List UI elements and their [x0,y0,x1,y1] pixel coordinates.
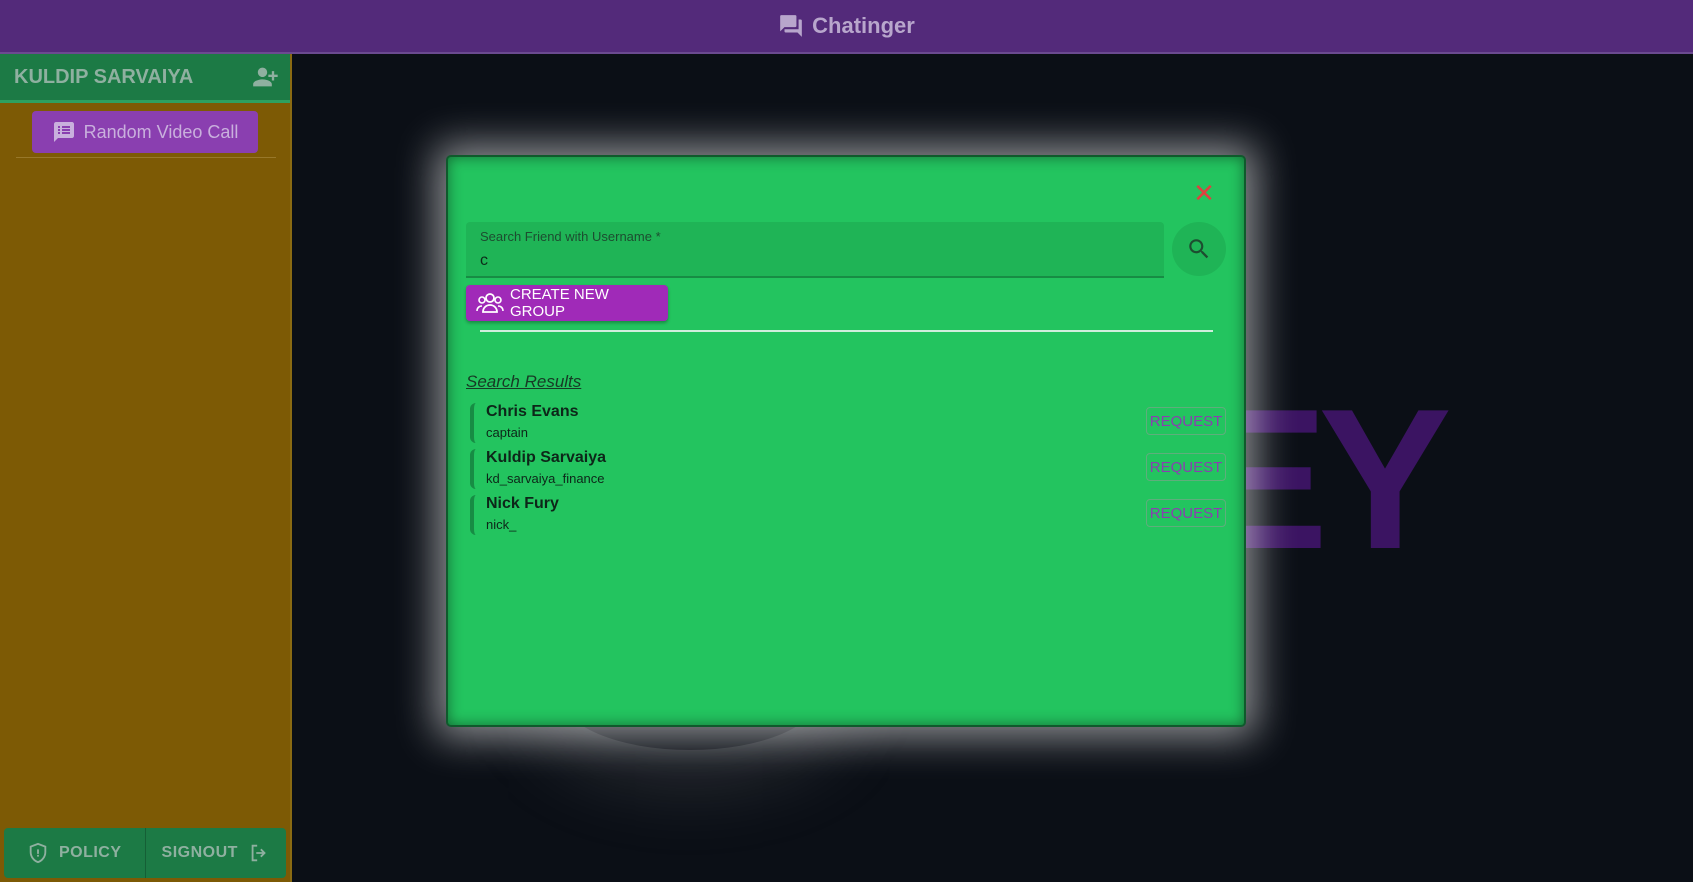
person-add-icon[interactable] [252,63,280,91]
random-video-call-label: Random Video Call [83,121,239,142]
result-name: Nick Fury [486,495,559,512]
create-group-label: CREATE NEW GROUP [509,286,609,320]
search-label: Search Friend with Username * [480,229,661,244]
result-username: captain [486,425,528,440]
app-header: Chatinger [0,0,1693,54]
results-title: Search Results [466,372,582,391]
group-icon [476,293,504,313]
result-name: Kuldip Sarvaiya [486,449,607,466]
signout-label: SIGNOUT [161,844,238,861]
dialog-divider [480,330,1213,332]
list-item: Kuldip Sarvaiya kd_sarvaiya_finance REQU… [470,449,1226,489]
logout-icon [251,844,266,862]
request-button[interactable]: REQUEST [1146,499,1226,527]
sidebar-footer: POLICY SIGNOUT [4,828,286,878]
chat-bubbles-icon [780,15,802,37]
sidebar-divider [16,157,276,158]
result-name: Chris Evans [486,403,579,420]
list-item: Nick Fury nick_ REQUEST [470,495,1226,535]
search-field[interactable]: Search Friend with Username * [466,222,1164,278]
close-icon[interactable]: ✕ [1192,180,1216,206]
result-username: kd_sarvaiya_finance [486,471,605,486]
policy-label: POLICY [58,844,122,861]
add-friend-dialog: ✕ Search Friend with Username * CREATE N… [448,157,1244,725]
sidebar-header: KULDIP SARVAIYA [0,54,290,103]
search-button[interactable] [1172,222,1226,276]
search-icon [1189,239,1209,259]
sidebar: KULDIP SARVAIYA Random Video Call POLICY… [0,54,292,882]
create-group-button[interactable]: CREATE NEW GROUP [466,285,668,321]
policy-button[interactable]: POLICY [4,828,145,878]
random-video-call-button[interactable]: Random Video Call [32,111,258,153]
shield-icon [29,842,47,864]
signout-button[interactable]: SIGNOUT [144,828,287,878]
result-username: nick_ [486,517,517,532]
user-name: KULDIP SARVAIYA [14,65,194,88]
request-button[interactable]: REQUEST [1146,407,1226,435]
list-item: Chris Evans captain REQUEST [470,403,1226,443]
request-button[interactable]: REQUEST [1146,453,1226,481]
app-title: Chatinger [812,13,915,38]
search-input[interactable] [480,252,1140,270]
chat-bubble-icon [53,122,74,142]
